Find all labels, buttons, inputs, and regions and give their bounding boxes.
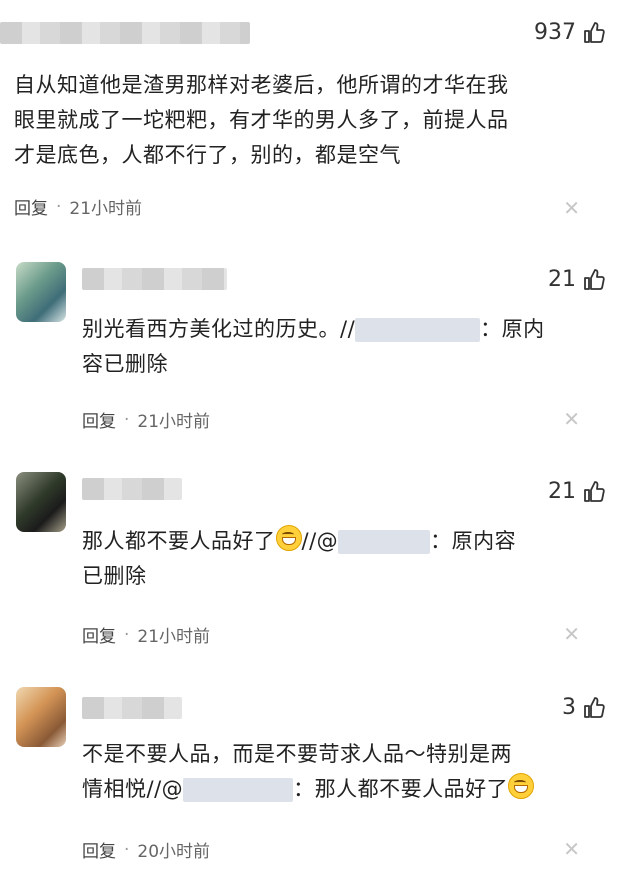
username-blurred[interactable] [0,22,250,44]
username-blurred[interactable] [82,478,182,500]
like-button[interactable]: 21 [548,479,606,504]
comment-line: 别光看西方美化过的历史。// ：原内 [82,312,602,347]
mention-masked[interactable] [355,318,481,342]
close-icon[interactable]: ✕ [563,622,580,646]
comment-line: 情相悦//@ ：那人都不要人品好了 [82,772,602,807]
like-count: 21 [548,267,576,292]
comment-4: 3 不是不要人品，而是不要苛求人品～特别是两 情相悦//@ ：那人都不要人品好了 … [0,665,640,880]
reply-button[interactable]: 回复 [82,622,116,647]
comment-text-segment: 那人都不要人品好了 [82,529,276,553]
like-count: 21 [548,479,576,504]
reply-button[interactable]: 回复 [82,407,116,432]
mention-masked[interactable] [183,778,294,802]
comment-3: 21 那人都不要人品好了 //@ ：原内容 已删除 回复 · 21小时前 ✕ [0,450,640,665]
timestamp: 21小时前 [137,627,211,647]
grin-emoji-icon [508,773,535,799]
grin-emoji-icon [275,525,302,551]
comment-text: 自从知道他是渣男那样对老婆后，他所谓的才华在我 眼里就成了一坨粑粑，有才华的男人… [14,68,594,173]
comment-text: 那人都不要人品好了 //@ ：原内容 已删除 [82,524,602,594]
like-button[interactable]: 937 [534,20,606,45]
timestamp: 21小时前 [69,199,143,219]
username-blurred[interactable] [82,697,182,719]
thumbs-up-icon [584,268,605,290]
comment-text-segment: ：那人都不要人品好了 [293,777,509,801]
avatar[interactable] [16,262,66,322]
comment-text-segment: 别光看西方美化过的历史。// [82,317,356,341]
avatar[interactable] [16,687,66,747]
comment-text: 不是不要人品，而是不要苛求人品～特别是两 情相悦//@ ：那人都不要人品好了 [82,737,602,807]
timestamp: 21小时前 [137,412,211,432]
comment-text-segment: 情相悦//@ [82,777,184,801]
separator-dot: · [124,624,130,645]
like-button[interactable]: 21 [548,267,606,292]
thumbs-up-icon [584,21,605,43]
comment-line: 那人都不要人品好了 //@ ：原内容 [82,524,602,559]
comment-text: 别光看西方美化过的历史。// ：原内 容已删除 [82,312,602,382]
reply-button[interactable]: 回复 [82,837,116,862]
like-button[interactable]: 3 [562,695,606,720]
comment-meta: 回复 · 21小时前 [82,622,211,648]
close-icon[interactable]: ✕ [563,196,580,220]
thumbs-up-icon [584,480,605,502]
mention-masked[interactable] [338,530,431,554]
separator-dot: · [56,196,62,217]
comment-meta: 回复 · 21小时前 [82,407,211,433]
like-count: 937 [534,20,576,45]
comment-meta: 回复 · 21小时前 [14,194,143,220]
close-icon[interactable]: ✕ [563,837,580,861]
comment-line: 才是底色，人都不行了，别的，都是空气 [14,143,401,167]
comment-line: 已删除 [82,564,147,588]
username-blurred[interactable] [82,268,227,290]
comment-line: 眼里就成了一坨粑粑，有才华的男人多了，前提人品 [14,108,509,132]
comment-meta: 回复 · 20小时前 [82,837,211,863]
close-icon[interactable]: ✕ [563,407,580,431]
comment-text-segment: ：原内容 [430,529,517,553]
comment-text-segment: //@ [301,529,339,553]
comment-line: 不是不要人品，而是不要苛求人品～特别是两 [82,742,512,766]
comment-line: 容已删除 [82,352,168,376]
thumbs-up-icon [584,696,605,718]
comment-1: 937 自从知道他是渣男那样对老婆后，他所谓的才华在我 眼里就成了一坨粑粑，有才… [0,0,640,240]
avatar[interactable] [16,472,66,532]
separator-dot: · [124,839,130,860]
separator-dot: · [124,409,130,430]
comment-2: 21 别光看西方美化过的历史。// ：原内 容已删除 回复 · 21小时前 ✕ [0,240,640,450]
like-count: 3 [562,695,576,720]
reply-button[interactable]: 回复 [14,194,48,219]
comment-line: 自从知道他是渣男那样对老婆后，他所谓的才华在我 [14,73,509,97]
timestamp: 20小时前 [137,842,211,862]
comment-text-segment: ：原内 [480,317,545,341]
